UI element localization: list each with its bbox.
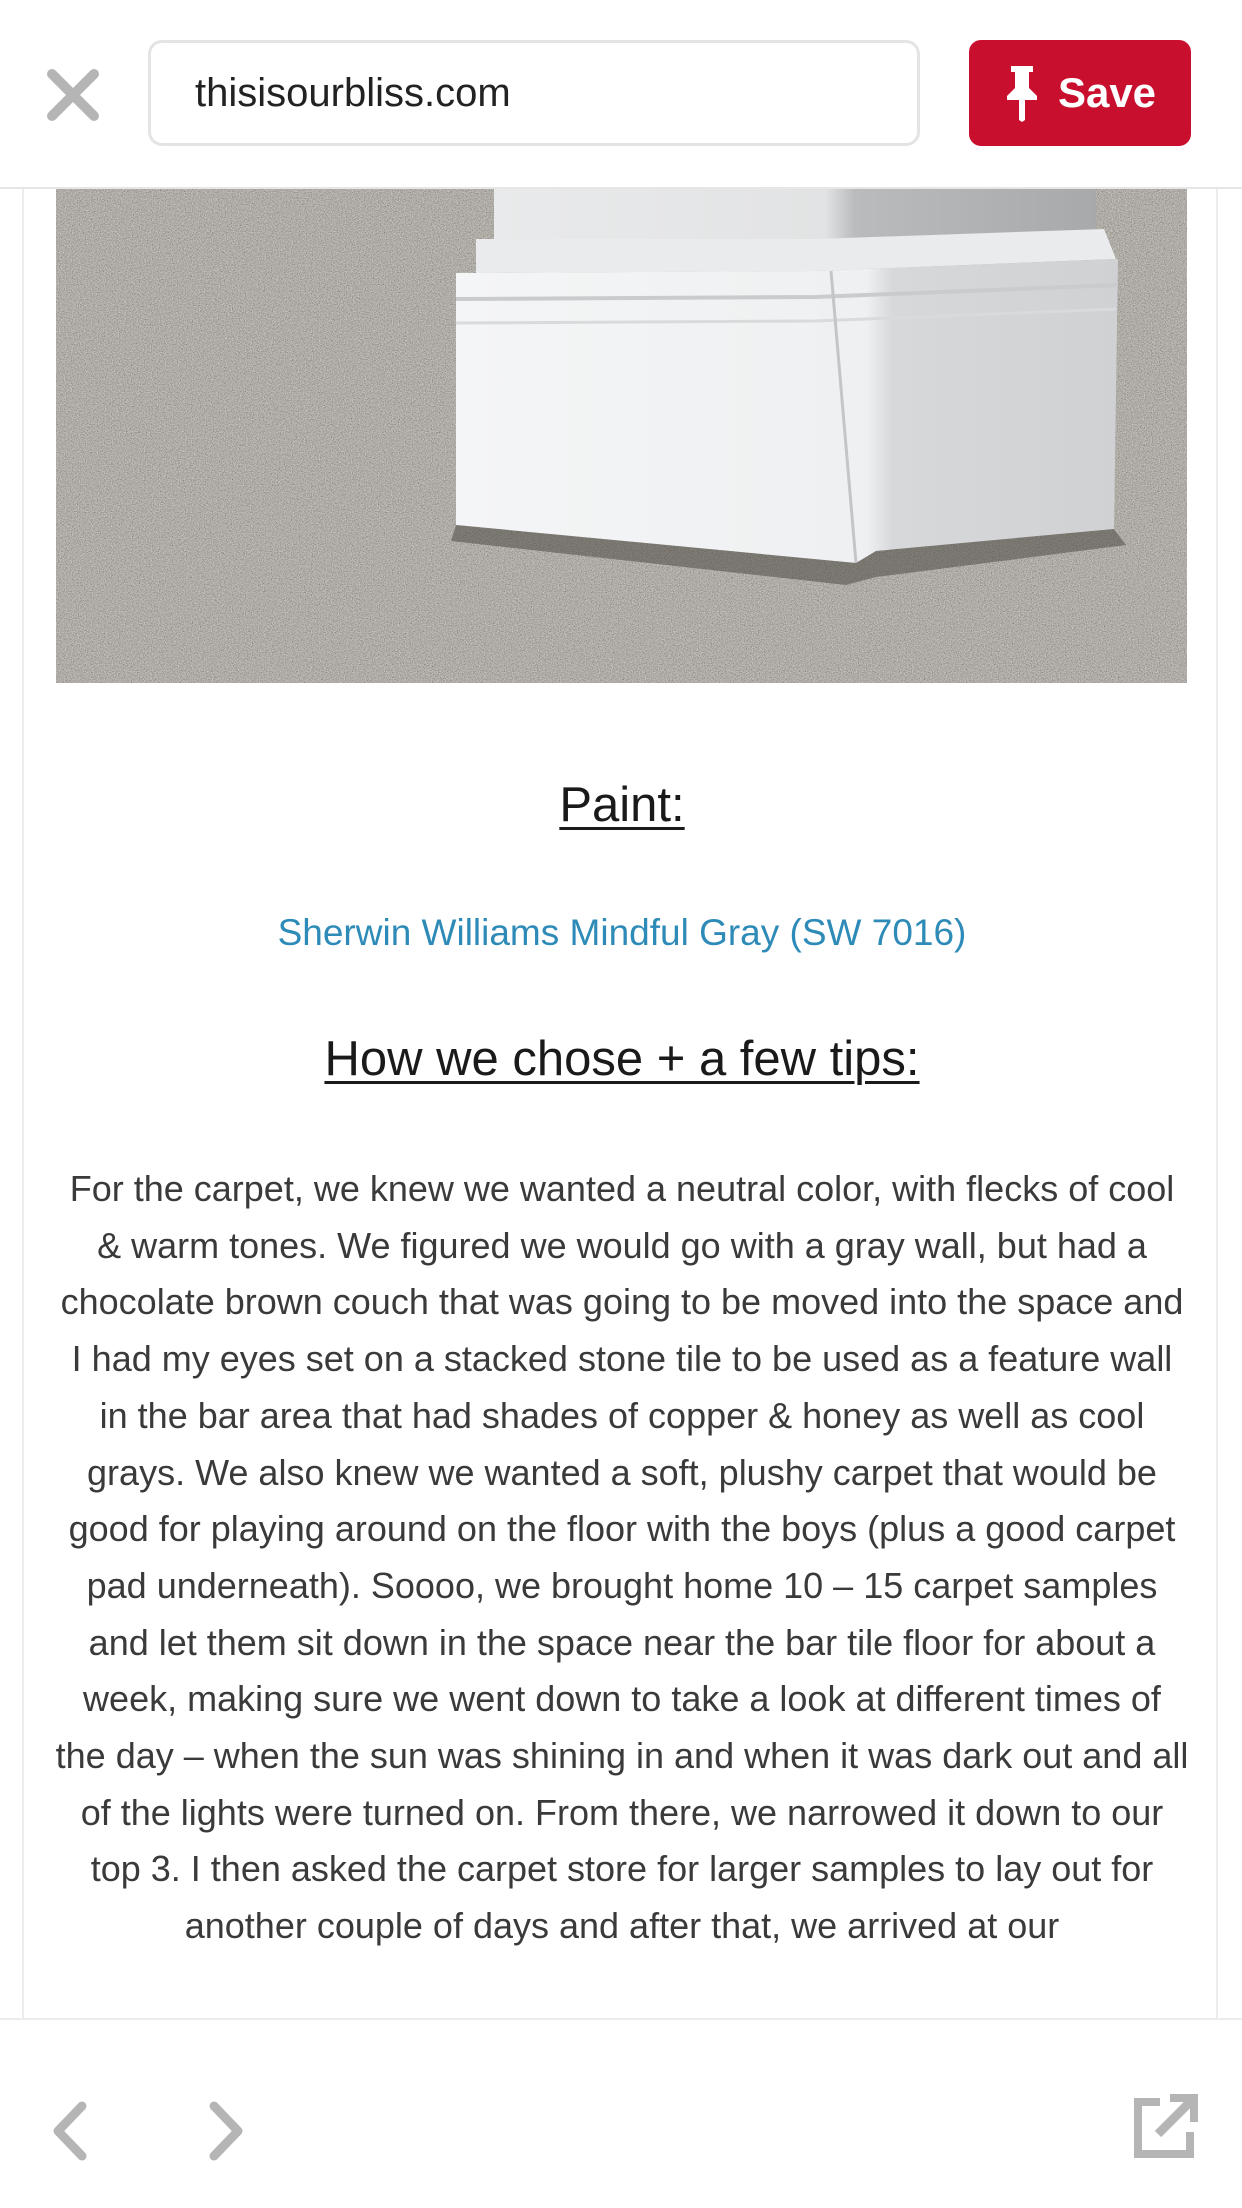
article-card: Paint: Sherwin Williams Mindful Gray (SW… (22, 189, 1218, 2019)
url-text: thisisourbliss.com (195, 70, 511, 115)
tips-heading: How we chose + a few tips: (324, 1032, 920, 1086)
carpet-and-baseboard-photo (56, 189, 1187, 683)
save-label: Save (1057, 69, 1157, 116)
url-field[interactable]: thisisourbliss.com (148, 40, 920, 146)
bottom-bar (0, 2018, 1242, 2208)
external-link-icon[interactable] (1130, 2092, 1200, 2162)
chevron-left-icon[interactable] (36, 2096, 106, 2166)
top-bar: thisisourbliss.com Save (0, 0, 1242, 189)
close-icon[interactable] (42, 64, 104, 126)
article-body-text: For the carpet, we knew we wanted a neut… (55, 1168, 1189, 1947)
save-button[interactable]: Save (969, 40, 1191, 146)
paint-color-link[interactable]: Sherwin Williams Mindful Gray (SW 7016) (24, 912, 1216, 954)
paint-heading: Paint: (559, 778, 685, 832)
pin-icon (1006, 66, 1037, 122)
chevron-right-icon[interactable] (190, 2096, 260, 2166)
